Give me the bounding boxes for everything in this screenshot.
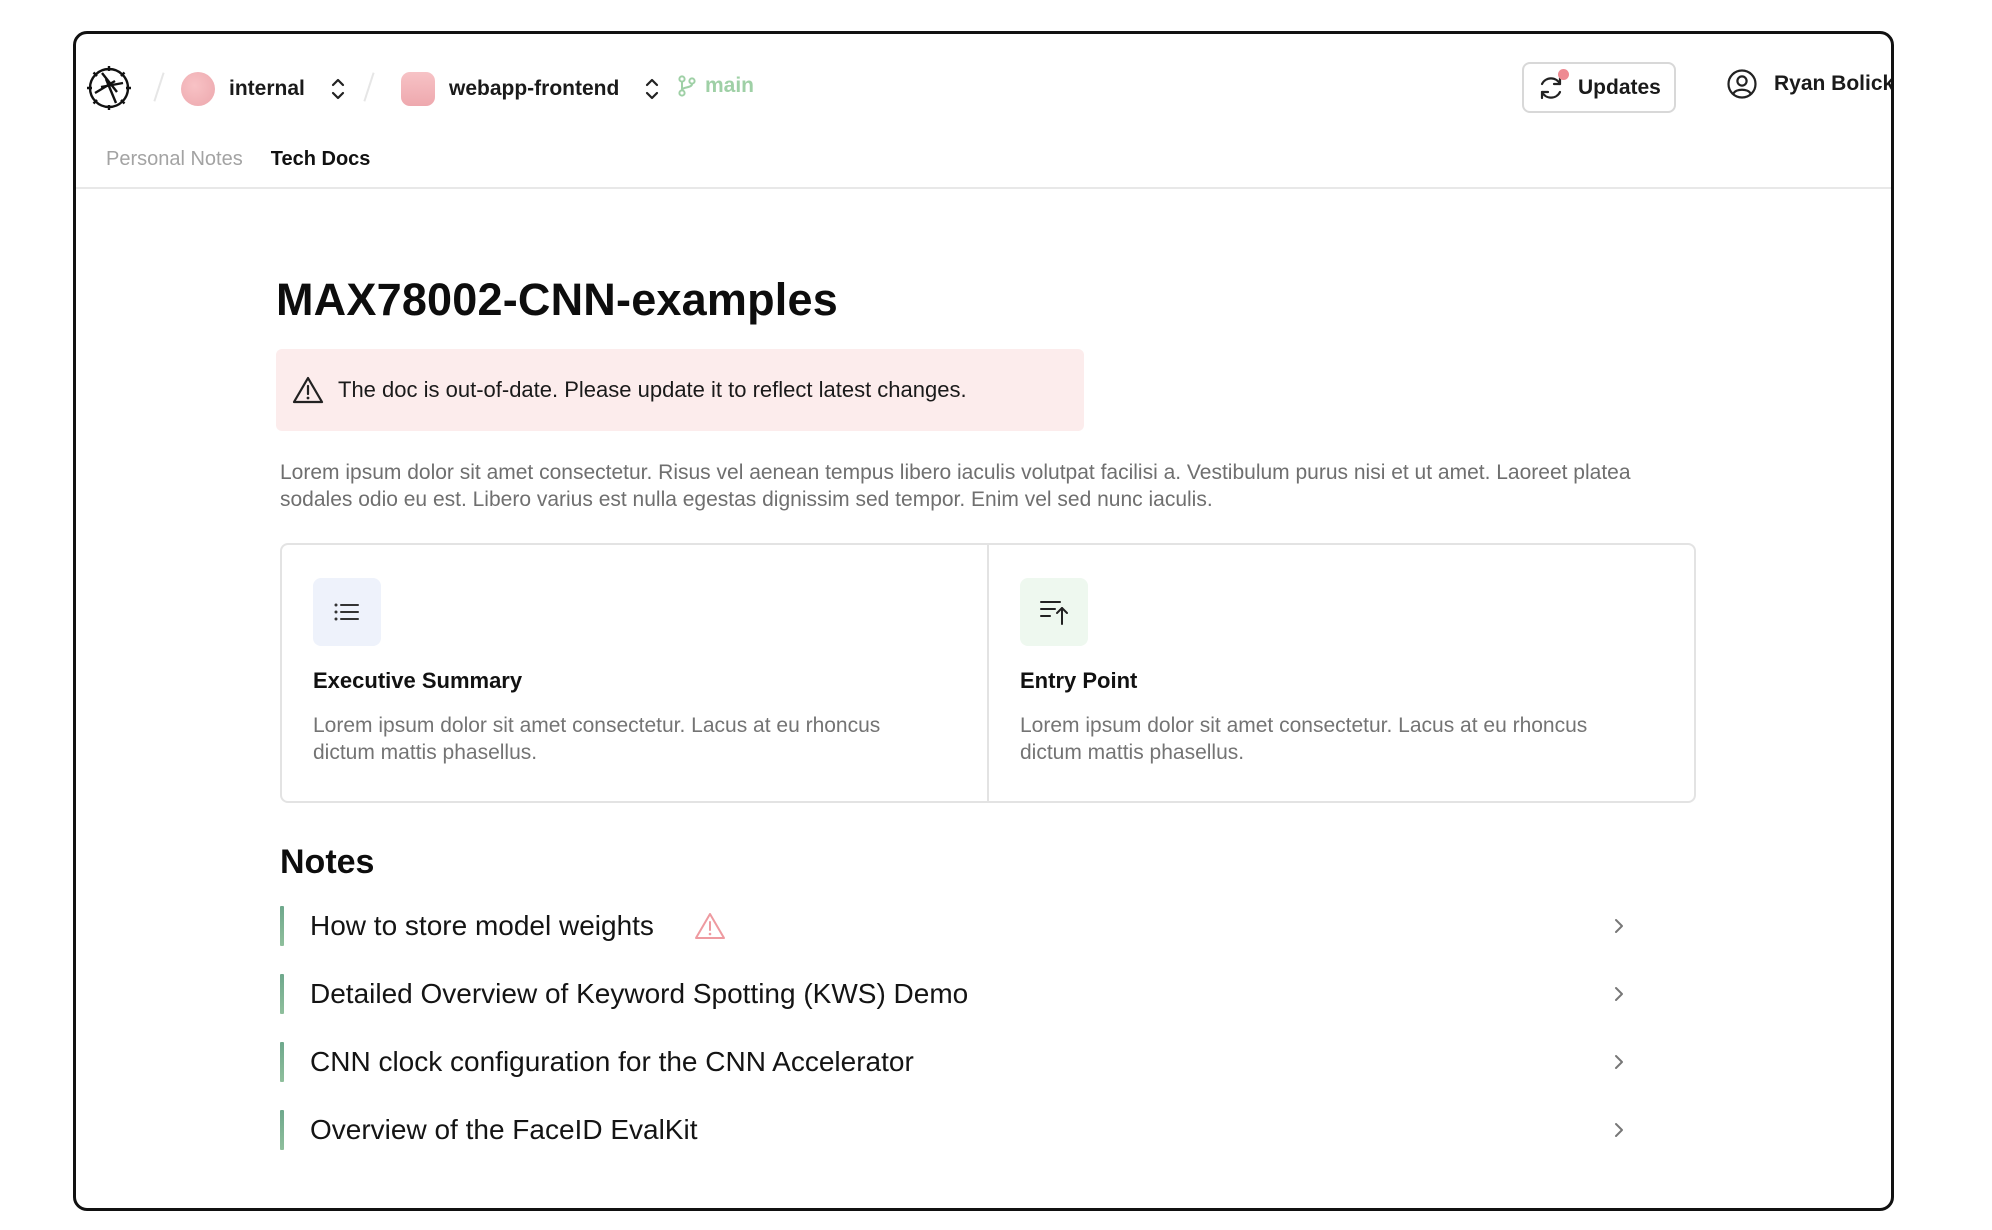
repo-switcher[interactable]: webapp-frontend: [401, 72, 661, 106]
breadcrumb-separator: [363, 72, 375, 102]
user-name: Ryan Bolick: [1774, 72, 1894, 95]
note-title: Detailed Overview of Keyword Spotting (K…: [310, 978, 969, 1009]
warning-triangle-icon: [292, 376, 324, 404]
sort-ascending-icon: [1040, 601, 1068, 625]
intro-paragraph: Lorem ipsum dolor sit amet consectetur. …: [280, 461, 1631, 511]
warning-triangle-icon: [694, 913, 725, 939]
card-description: Lorem ipsum dolor sit amet consectetur. …: [313, 714, 881, 764]
note-item[interactable]: CNN clock configuration for the CNN Acce…: [280, 1028, 1656, 1096]
card-title: Executive Summary: [313, 668, 523, 693]
app-window: internal webapp-frontend main Updates Ry…: [73, 31, 1894, 1211]
org-avatar: [181, 72, 215, 106]
alert-message: The doc is out-of-date. Please update it…: [338, 377, 967, 402]
note-item[interactable]: Overview of the FaceID EvalKit: [280, 1096, 1656, 1164]
aperture-logo-icon[interactable]: [84, 63, 134, 113]
notes-list: How to store model weights Detailed Over…: [280, 892, 1656, 1164]
card-entry-point[interactable]: Entry Point Lorem ipsum dolor sit amet c…: [987, 545, 1694, 801]
outdated-alert: The doc is out-of-date. Please update it…: [276, 349, 1084, 431]
summary-cards: Executive Summary Lorem ipsum dolor sit …: [280, 543, 1696, 803]
notes-heading: Notes: [280, 843, 375, 881]
card-executive-summary[interactable]: Executive Summary Lorem ipsum dolor sit …: [282, 545, 987, 801]
repo-avatar: [401, 72, 435, 106]
repo-label: webapp-frontend: [449, 77, 620, 100]
note-item[interactable]: Detailed Overview of Keyword Spotting (K…: [280, 960, 1656, 1028]
note-accent-bar: [280, 1110, 284, 1150]
card-icon-wrapper: [1020, 578, 1088, 646]
page-title: MAX78002-CNN-examples: [276, 274, 838, 325]
git-branch-icon: [678, 75, 696, 97]
note-accent-bar: [280, 974, 284, 1014]
org-label: internal: [229, 77, 305, 100]
section-tabs: Personal Notes Tech Docs: [106, 148, 370, 171]
list-icon: [334, 603, 359, 621]
org-switcher[interactable]: internal: [181, 72, 347, 106]
card-description: Lorem ipsum dolor sit amet consectetur. …: [1020, 714, 1588, 764]
header-divider: [76, 187, 1891, 189]
tab-tech-docs[interactable]: Tech Docs: [271, 148, 371, 171]
notification-dot: [1558, 69, 1569, 80]
chevron-right-icon[interactable]: [1612, 984, 1626, 1004]
breadcrumb-separator: [153, 72, 165, 102]
branch-selector[interactable]: main: [677, 74, 754, 98]
user-avatar-icon: [1727, 69, 1757, 99]
note-title: CNN clock configuration for the CNN Acce…: [310, 1046, 914, 1077]
chevron-right-icon[interactable]: [1612, 1052, 1626, 1072]
card-icon-wrapper: [313, 578, 381, 646]
note-title: How to store model weights: [310, 910, 654, 941]
branch-label: main: [705, 74, 755, 97]
doc-content: MAX78002-CNN-examples The doc is out-of-…: [276, 274, 1696, 1164]
updates-button[interactable]: Updates: [1522, 62, 1676, 113]
updates-label: Updates: [1578, 75, 1661, 99]
chevron-updown-icon[interactable]: [643, 74, 661, 104]
note-title: Overview of the FaceID EvalKit: [310, 1114, 698, 1145]
note-warning-badge: [694, 911, 726, 941]
note-accent-bar: [280, 1042, 284, 1082]
tab-personal-notes[interactable]: Personal Notes: [106, 148, 243, 171]
user-menu[interactable]: Ryan Bolick: [1726, 68, 1894, 100]
chevron-right-icon[interactable]: [1612, 1120, 1626, 1140]
top-navigation-bar: internal webapp-frontend main Updates Ry…: [76, 34, 1891, 184]
card-title: Entry Point: [1020, 668, 1138, 693]
chevron-right-icon[interactable]: [1612, 916, 1626, 936]
note-accent-bar: [280, 906, 284, 946]
note-item[interactable]: How to store model weights: [280, 892, 1656, 960]
chevron-updown-icon[interactable]: [329, 74, 347, 104]
